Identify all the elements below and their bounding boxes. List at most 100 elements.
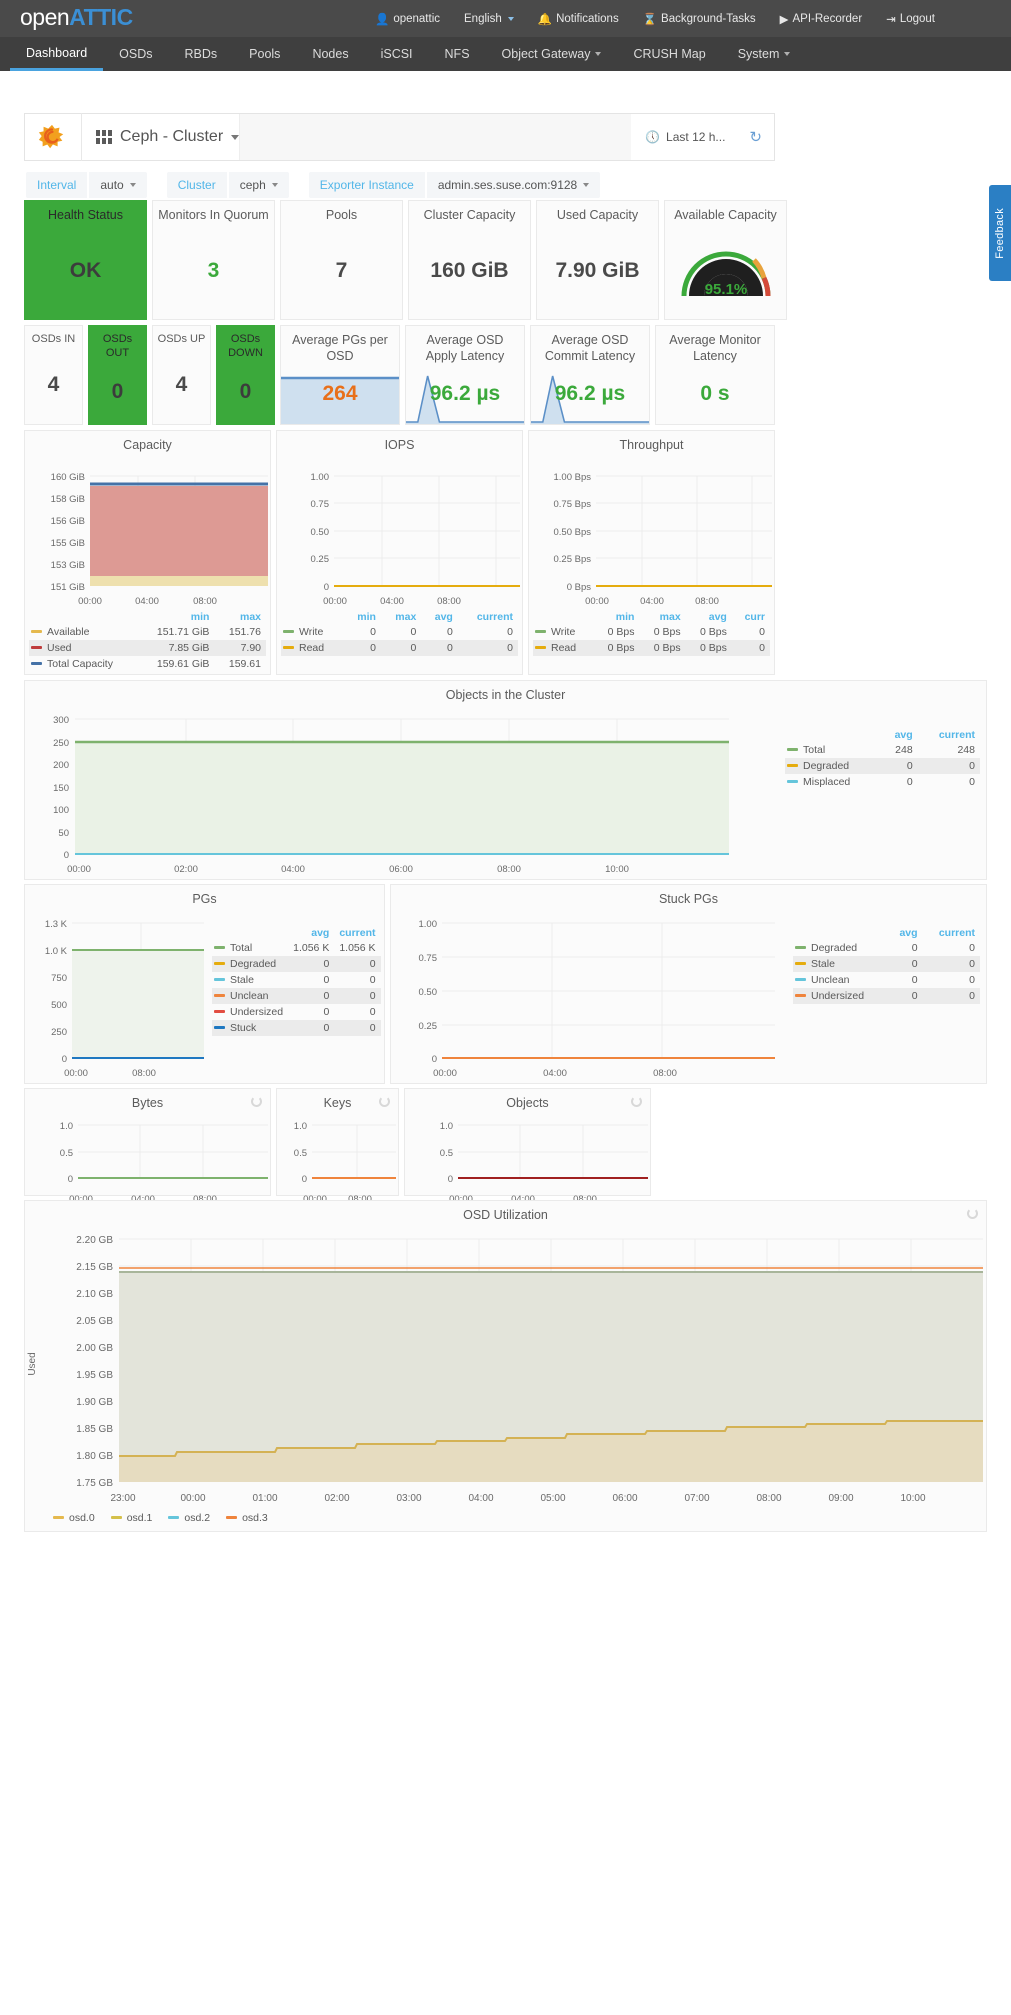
nav-tab-nfs[interactable]: NFS: [429, 37, 486, 71]
legend-row-read[interactable]: Read 0 0 0 0: [281, 639, 518, 656]
legend-row-write[interactable]: Write 0 0 0 0: [281, 624, 518, 640]
legend-row-degraded[interactable]: Degraded 0 0: [785, 757, 980, 774]
navbar-logout[interactable]: ⇥ Logout: [886, 12, 935, 26]
legend-row-undersized[interactable]: Undersized 0 0: [793, 987, 980, 1004]
legend-row-read[interactable]: Read 0 Bps 0 Bps 0 Bps 0: [533, 639, 770, 656]
svg-text:0.5: 0.5: [60, 1148, 73, 1159]
stat-panel-pools[interactable]: Pools 7: [280, 200, 403, 320]
legend-row-degraded[interactable]: Degraded 0 0: [793, 940, 980, 956]
svg-text:0.75: 0.75: [419, 953, 438, 964]
panel-capacity[interactable]: Capacity 160 GiB 158 GiB 156 GiB 155 GiB…: [24, 430, 271, 675]
stat-value: 7.90 GiB: [555, 259, 640, 283]
navbar-language[interactable]: English: [464, 13, 514, 25]
stat-panel-monitors-in-quorum[interactable]: Monitors In Quorum 3: [152, 200, 275, 320]
nav-tab-dashboard[interactable]: Dashboard: [10, 37, 104, 71]
legend-row-stale[interactable]: Stale 0 0: [212, 972, 381, 988]
stat-panel-osds-up[interactable]: OSDs UP 4: [152, 325, 211, 425]
svg-text:03:00: 03:00: [396, 1493, 421, 1504]
stat-panel-average-osd-commit-latency[interactable]: Average OSD Commit Latency 96.2 µs: [530, 325, 650, 425]
legend-cell: 0 Bps: [653, 625, 681, 638]
svg-text:0: 0: [448, 1174, 453, 1185]
navbar-api-recorder[interactable]: ▶ API-Recorder: [780, 12, 863, 26]
panel-iops[interactable]: IOPS 1.00 0.75 0.50 0.25 0 00:00 04:00 0…: [276, 430, 523, 675]
variable-interval-select[interactable]: auto: [89, 172, 147, 198]
navbar-api-recorder-label: API-Recorder: [792, 12, 863, 25]
nav-tab-system[interactable]: System: [722, 37, 807, 71]
stat-panel-osds-down[interactable]: OSDs DOWN 0: [216, 325, 275, 425]
panel-keys[interactable]: Keys 1.0 0.5 0 00:00 08:00: [276, 1088, 399, 1205]
legend-row-stuck[interactable]: Stuck 0 0: [212, 1019, 381, 1036]
legend-row-undersized[interactable]: Undersized 0 0: [212, 1004, 381, 1020]
legend-cell: 0: [911, 989, 918, 1002]
nav-tab-object-gateway[interactable]: Object Gateway: [486, 37, 618, 71]
legend-row-unclean[interactable]: Unclean 0 0: [212, 987, 381, 1004]
nav-tab-osds[interactable]: OSDs: [103, 37, 168, 71]
legend-item-osd1[interactable]: osd.1: [110, 1512, 152, 1524]
legend-cell: 0: [759, 641, 765, 654]
svg-text:1.0 K: 1.0 K: [45, 946, 68, 957]
legend-item-osd3[interactable]: osd.3: [226, 1512, 268, 1524]
stat-panel-osds-out[interactable]: OSDs OUT 0: [88, 325, 147, 425]
panel-osd-utilization[interactable]: OSD Utilization Used 2.20 GB 2.15 GB 2.1…: [24, 1200, 987, 1532]
variable-cluster-select[interactable]: ceph: [228, 172, 289, 198]
panel-stuck-pgs[interactable]: Stuck PGs 1.00 0.75 0.50 0.25 0 00:00 04…: [390, 884, 987, 1084]
legend-row-total[interactable]: Total 248 248: [785, 742, 980, 758]
nav-tab-iscsi[interactable]: iSCSI: [365, 37, 429, 71]
stat-value: 3: [207, 259, 220, 283]
legend-cell: 0: [323, 989, 330, 1002]
stat-title: Available Capacity: [674, 208, 777, 222]
panel-throughput[interactable]: Throughput 1.00 Bps 0.75 Bps 0.50 Bps 0.…: [528, 430, 775, 675]
legend-col-min: min: [357, 610, 376, 623]
bytes-plot: 1.0 0.5 0 00:00 04:00 08:00: [25, 1112, 270, 1207]
legend-row-degraded[interactable]: Degraded 0 0: [212, 955, 381, 972]
stat-panel-osds-in[interactable]: OSDs IN 4: [24, 325, 83, 425]
chevron-down-icon: [271, 183, 278, 187]
variable-exporter-instance-select[interactable]: admin.ses.suse.com:9128: [426, 172, 601, 198]
nav-tab-crush-map[interactable]: CRUSH Map: [617, 37, 721, 71]
panel-objects-in-cluster[interactable]: Objects in the Cluster 300 250 200 150 1…: [24, 680, 987, 880]
stat-panel-average-monitor-latency[interactable]: Average Monitor Latency 0 s: [655, 325, 775, 425]
panel-pgs[interactable]: PGs 1.3 K 1.0 K 750 500 250 0 00:00 08:0…: [24, 884, 385, 1084]
nav-tab-rbds[interactable]: RBDs: [169, 37, 234, 71]
legend-row-used[interactable]: Used 7.85 GiB 7.90: [29, 639, 266, 656]
stat-panel-used-capacity[interactable]: Used Capacity 7.90 GiB: [536, 200, 659, 320]
refresh-button[interactable]: ↻: [739, 128, 762, 146]
legend-cell: 0: [410, 625, 417, 638]
nav-tab-pools[interactable]: Pools: [233, 37, 296, 71]
legend-cell: 0: [759, 625, 765, 638]
legend-row-total[interactable]: Total 1.056 K 1.056 K: [212, 940, 381, 956]
navbar-user[interactable]: 👤 openattic: [375, 12, 440, 26]
navbar-background-tasks[interactable]: ⌛ Background-Tasks: [643, 12, 756, 26]
throughput-plot: 1.00 Bps 0.75 Bps 0.50 Bps 0.25 Bps 0 Bp…: [529, 454, 774, 610]
legend-row-write[interactable]: Write 0 Bps 0 Bps 0 Bps 0: [533, 624, 770, 640]
stat-panel-cluster-capacity[interactable]: Cluster Capacity 160 GiB: [408, 200, 531, 320]
panel-bytes[interactable]: Bytes 1.0 0.5 0 00:00 04:00 08:00: [24, 1088, 271, 1205]
svg-text:08:00: 08:00: [756, 1493, 781, 1504]
legend-col-max: max: [395, 610, 417, 623]
stuck-pgs-x-axis: 00:00 04:00 08:00: [433, 1068, 677, 1079]
legend-col-avg: avg: [894, 728, 913, 741]
navbar-notifications[interactable]: 🔔 Notifications: [538, 12, 619, 26]
legend-item-osd2[interactable]: osd.2: [168, 1512, 210, 1524]
legend-row-misplaced[interactable]: Misplaced 0 0: [785, 774, 980, 790]
legend-row-stale[interactable]: Stale 0 0: [793, 955, 980, 972]
svg-text:08:00: 08:00: [695, 596, 719, 607]
legend-row-total-capacity[interactable]: Total Capacity 159.61 GiB 159.61: [29, 656, 266, 672]
stat-panel-average-pgs-per-osd[interactable]: Average PGs per OSD 264: [280, 325, 400, 425]
stat-panel-available-capacity[interactable]: Available Capacity 95.1%: [664, 200, 787, 320]
legend-swatch: [535, 630, 546, 634]
stat-title: OSDs IN: [31, 333, 76, 345]
time-range-picker[interactable]: 🕔 Last 12 h...: [631, 130, 739, 144]
legend-item-osd0[interactable]: osd.0: [53, 1512, 95, 1524]
legend-row-unclean[interactable]: Unclean 0 0: [793, 972, 980, 988]
stat-panel-health-status[interactable]: Health Status OK: [24, 200, 147, 320]
brand-logo[interactable]: openATTIC: [20, 4, 133, 31]
legend-row-available[interactable]: Available 151.71 GiB 151.76: [29, 624, 266, 640]
panel-objects[interactable]: Objects 1.0 0.5 0 00:00 04:00 08:00: [404, 1088, 651, 1205]
stat-panel-average-osd-apply-latency[interactable]: Average OSD Apply Latency 96.2 µs: [405, 325, 525, 425]
svg-text:00:00: 00:00: [78, 596, 102, 607]
legend-cell: 151.71 GiB: [156, 625, 210, 638]
svg-text:0.5: 0.5: [294, 1148, 307, 1159]
nav-tab-nodes[interactable]: Nodes: [296, 37, 364, 71]
dashboard-title-menu[interactable]: Ceph - Cluster: [96, 128, 240, 146]
